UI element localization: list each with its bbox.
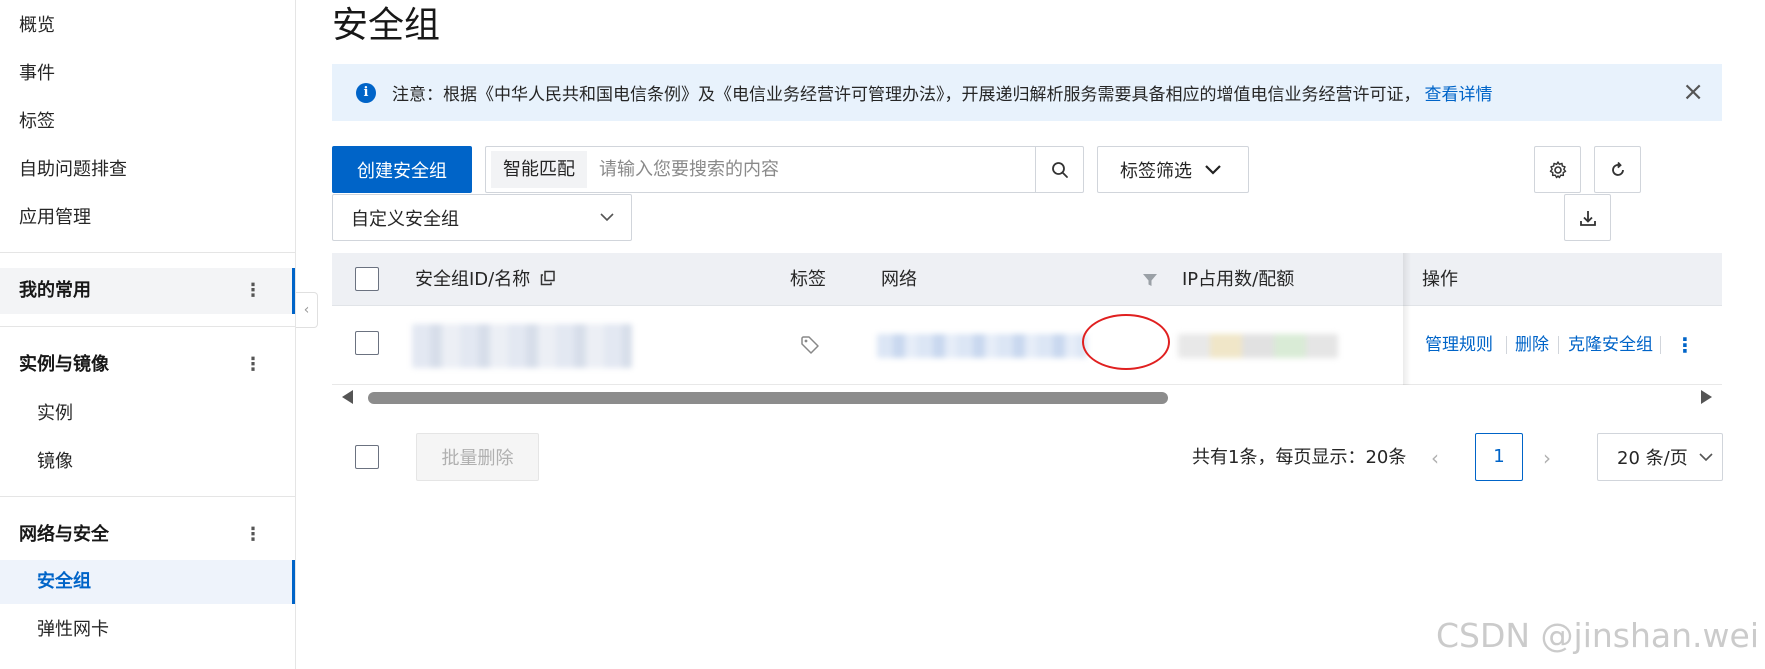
info-icon: i: [356, 82, 376, 103]
sidebar-item-app-management[interactable]: 应用管理: [0, 196, 295, 240]
search-button[interactable]: [1035, 147, 1083, 192]
scroll-right-arrow-icon[interactable]: [1701, 390, 1712, 404]
security-group-type-select[interactable]: 自定义安全组: [332, 194, 632, 241]
sidebar-group-label: 实例与镜像: [19, 354, 109, 375]
sidebar-divider: [0, 496, 295, 497]
table-row: 管理规则 删除 克隆安全组 ⋮: [332, 306, 1722, 385]
search-mode-select[interactable]: 智能匹配: [491, 151, 587, 188]
more-options-icon[interactable]: ⋮: [244, 342, 262, 388]
sidebar-item-events[interactable]: 事件: [0, 52, 295, 96]
column-header-ip-quota: IP占用数/配额: [1182, 269, 1295, 290]
delete-link[interactable]: 删除: [1515, 306, 1549, 385]
page-number-current[interactable]: 1: [1475, 433, 1523, 481]
more-actions-icon[interactable]: ⋮: [1675, 306, 1695, 385]
sidebar-item-elastic-nic[interactable]: 弹性网卡: [0, 608, 295, 652]
sidebar-item-images[interactable]: 镜像: [0, 440, 295, 484]
action-separator: [1506, 336, 1507, 354]
settings-button[interactable]: [1534, 146, 1581, 193]
sidebar-collapse-button[interactable]: ‹: [296, 292, 318, 328]
security-group-id-name-redacted[interactable]: [412, 324, 632, 368]
sidebar-item-instances[interactable]: 实例: [0, 392, 295, 436]
watermark: CSDN @jinshan.wei: [1435, 616, 1759, 655]
sidebar-divider: [0, 252, 295, 253]
sidebar-item-overview[interactable]: 概览: [0, 4, 295, 48]
page-title: 安全组: [332, 5, 441, 46]
network-redacted: [877, 334, 1087, 358]
column-header-network: 网络: [881, 269, 917, 290]
page-size-value: 20 条/页: [1617, 448, 1688, 469]
sidebar-group-label: 网络与安全: [19, 524, 109, 545]
sidebar-group-label: 我的常用: [19, 280, 91, 301]
search-input[interactable]: [587, 149, 1035, 190]
notice-text: 注意：根据《中华人民共和国电信条例》及《电信业务经营许可管理办法》，开展递归解析…: [392, 85, 1421, 105]
search-icon: [1051, 161, 1068, 178]
chevron-down-icon: [1205, 164, 1221, 175]
prev-page-icon[interactable]: ‹: [1431, 446, 1439, 470]
more-options-icon[interactable]: ⋮: [244, 268, 262, 314]
more-options-icon[interactable]: ⋮: [244, 512, 262, 558]
column-header-label: 安全组ID/名称: [415, 269, 531, 290]
tag-filter-dropdown[interactable]: 标签筛选: [1097, 146, 1249, 193]
page-size-select[interactable]: 20 条/页: [1597, 433, 1723, 481]
ip-quota-redacted: [1178, 334, 1338, 358]
sidebar-divider: [0, 326, 295, 327]
column-header-tags: 标签: [790, 269, 826, 290]
column-header-id-name: 安全组ID/名称: [415, 253, 556, 306]
batch-delete-button[interactable]: 批量删除: [416, 433, 539, 481]
chevron-down-icon: [600, 213, 614, 222]
manage-rules-link[interactable]: 管理规则: [1425, 306, 1493, 385]
row-checkbox[interactable]: [355, 331, 379, 355]
next-page-icon[interactable]: ›: [1543, 446, 1551, 470]
notice-banner: i 注意：根据《中华人民共和国电信条例》及《电信业务经营许可管理办法》，开展递归…: [332, 64, 1722, 121]
sidebar-group-network-security[interactable]: 网络与安全 ⋮: [0, 512, 295, 558]
close-icon[interactable]: ×: [1682, 78, 1704, 106]
search-box: 智能匹配: [485, 146, 1084, 193]
notice-details-link[interactable]: 查看详情: [1425, 80, 1493, 105]
clone-security-group-link[interactable]: 克隆安全组: [1568, 306, 1653, 385]
footer-select-all-checkbox[interactable]: [355, 445, 379, 469]
tag-filter-label: 标签筛选: [1120, 160, 1192, 182]
table-header: 安全组ID/名称 标签 网络 IP占用数/配额 操作: [332, 253, 1722, 306]
action-separator: [1558, 336, 1559, 354]
sidebar-group-favorites[interactable]: 我的常用 ⋮: [0, 268, 295, 314]
refresh-icon: [1611, 161, 1624, 176]
scrollbar-thumb[interactable]: [368, 392, 1168, 404]
chevron-down-icon: [1699, 453, 1713, 462]
select-all-checkbox[interactable]: [355, 267, 379, 291]
sidebar-item-self-troubleshoot[interactable]: 自助问题排查: [0, 148, 295, 192]
sidebar-group-instances-images[interactable]: 实例与镜像 ⋮: [0, 342, 295, 388]
sidebar-item-tags[interactable]: 标签: [0, 100, 295, 144]
sidebar-item-security-groups[interactable]: 安全组: [0, 560, 295, 604]
security-group-type-value: 自定义安全组: [351, 208, 459, 230]
download-icon: [1579, 210, 1596, 226]
gear-icon: [1549, 160, 1566, 178]
column-header-actions: 操作: [1422, 269, 1458, 290]
horizontal-scrollbar[interactable]: [332, 388, 1722, 408]
copy-icon[interactable]: [540, 270, 556, 286]
filter-icon[interactable]: [1142, 272, 1158, 288]
action-separator: [1660, 336, 1661, 354]
tag-icon[interactable]: [800, 335, 820, 355]
sidebar: 概览 事件 标签 自助问题排查 应用管理 我的常用 ⋮ 实例与镜像 ⋮ 实例 镜…: [0, 0, 296, 669]
fixed-column-shadow: [1403, 253, 1411, 385]
download-button[interactable]: [1564, 194, 1611, 241]
annotation-highlight-circle: [1082, 314, 1170, 370]
refresh-button[interactable]: [1594, 146, 1641, 193]
scroll-left-arrow-icon[interactable]: [342, 390, 353, 404]
create-security-group-button[interactable]: 创建安全组: [332, 146, 472, 193]
pagination-total: 共有1条，每页显示：20条: [1192, 447, 1407, 468]
